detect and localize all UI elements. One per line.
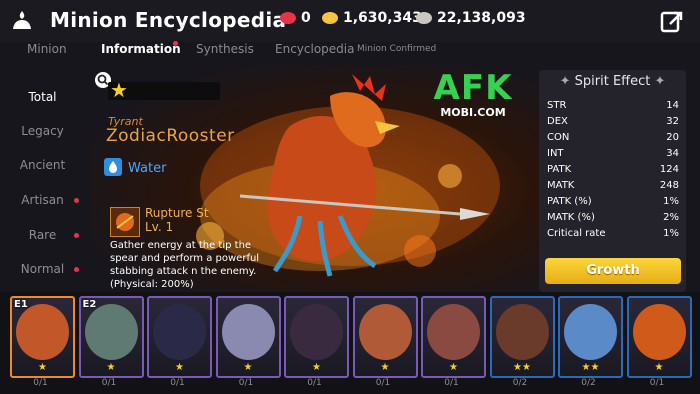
minion-card[interactable]: ★: [626, 296, 692, 378]
skill-icon[interactable]: [110, 207, 140, 237]
minion-card[interactable]: ★★: [558, 296, 623, 378]
card-count: 0/1: [649, 378, 665, 388]
card-badge: E2: [82, 299, 97, 310]
notification-dot: [74, 233, 79, 238]
sidebar-item-normal[interactable]: Normal: [0, 262, 85, 276]
water-element-icon: [104, 158, 122, 176]
silver-value: 22,138,093: [437, 10, 526, 26]
tab-encyclopedia[interactable]: Encyclopedia: [275, 42, 354, 56]
element-name: Water: [128, 161, 167, 176]
sparkle-icon: ✦: [650, 74, 666, 89]
card-count: 0/2: [581, 378, 596, 388]
skill-description: Gather energy at the tip the spear and p…: [110, 240, 260, 290]
minion-encyclopedia-icon: [13, 11, 31, 29]
sidebar-item-total[interactable]: Total: [0, 90, 85, 104]
watermark: AFK MOBI.COM: [428, 70, 518, 119]
card-count: 0/2: [512, 378, 528, 388]
card-stars: ★: [106, 362, 116, 373]
sidebar-item-ancient[interactable]: Ancient: [0, 158, 85, 172]
spirit-effect-title: ✦ Spirit Effect ✦: [559, 74, 666, 89]
silver-coin-icon: [416, 12, 432, 24]
sidebar-item-legacy[interactable]: Legacy: [0, 124, 85, 138]
card-stars: ★: [449, 362, 458, 373]
card-stars: ★: [243, 362, 253, 373]
ruby-icon: [280, 12, 296, 24]
minion-portrait: [358, 304, 412, 360]
tab-bar: Minion Information Synthesis Encyclopedi…: [0, 40, 700, 62]
stat-row: PATK (%) 1%: [547, 196, 679, 207]
minion-portrait: [427, 304, 480, 360]
card-count: 0/1: [238, 378, 254, 388]
exit-icon[interactable]: [660, 10, 684, 34]
card-count: 0/1: [307, 378, 322, 388]
top-bar: Minion Encyclopedia 0 1,630,343 22,138,0…: [0, 0, 700, 42]
minion-card[interactable]: ★: [147, 296, 212, 378]
minion-portrait: [16, 304, 69, 360]
tab-information[interactable]: Information: [101, 42, 181, 56]
card-count: 0/1: [170, 378, 185, 388]
minion-card[interactable]: E1 ★: [10, 296, 75, 378]
minion-card[interactable]: ★: [352, 296, 418, 378]
notification-dot: [74, 267, 79, 272]
tab-minion[interactable]: Minion: [27, 42, 67, 56]
card-stars: ★: [380, 362, 390, 373]
minion-portrait: [153, 304, 206, 360]
card-stars: ★★: [513, 362, 531, 373]
minion-card[interactable]: ★: [215, 296, 281, 378]
sparkle-icon: ✦: [559, 74, 575, 89]
card-stars: ★: [312, 362, 321, 373]
stat-row: INT 34: [547, 148, 679, 159]
card-stars: ★: [175, 362, 184, 373]
gold-counter: 1,630,343: [322, 8, 422, 28]
stat-row: MATK (%) 2%: [547, 212, 679, 223]
afk-sub: MOBI.COM: [440, 106, 506, 119]
app-title: Minion Encyclopedia: [50, 8, 287, 32]
card-stars: ★: [654, 362, 664, 373]
card-count: 0/1: [101, 378, 117, 388]
minion-portrait: [495, 304, 549, 360]
minion-card[interactable]: ★★: [489, 296, 555, 378]
card-stars: ★: [38, 362, 47, 373]
card-count: 0/1: [444, 378, 459, 388]
tab-minion-confirmed[interactable]: Minion Confirmed: [357, 44, 436, 54]
gold-value: 1,630,343: [343, 10, 422, 26]
stat-row: MATK 248: [547, 180, 679, 191]
minion-card[interactable]: E2 ★: [78, 296, 144, 378]
silver-counter: 22,138,093: [416, 8, 526, 28]
card-count: 0/1: [375, 378, 391, 388]
minion-portrait: [632, 304, 686, 360]
notification-dot: [74, 198, 79, 203]
minion-portrait: [290, 304, 343, 360]
minion-portrait: [221, 304, 275, 360]
sidebar-item-artisan[interactable]: Artisan: [0, 193, 85, 207]
afk-logo: AFK: [433, 68, 513, 108]
stat-row: DEX 32: [547, 116, 679, 127]
stat-row: PATK 124: [547, 164, 679, 175]
card-badge: E1: [14, 299, 28, 310]
card-stars: ★★: [581, 362, 600, 373]
minion-portrait: [564, 304, 617, 360]
ruby-counter: 0: [280, 8, 311, 28]
ruby-value: 0: [301, 10, 311, 26]
stat-row: CON 20: [547, 132, 679, 143]
star-rating: ★: [110, 78, 128, 102]
notification-dot: [173, 41, 178, 46]
stat-row: Critical rate 1%: [547, 228, 679, 239]
growth-button[interactable]: Growth: [545, 258, 681, 284]
card-count: 0/1: [33, 378, 48, 388]
minion-name: ZodiacRooster: [106, 126, 235, 146]
minion-portrait: [84, 304, 138, 360]
minion-card[interactable]: ★: [284, 296, 349, 378]
skill-name: Rupture St: [145, 206, 209, 220]
sidebar-item-rare[interactable]: Rare: [0, 228, 85, 242]
minion-card[interactable]: ★: [421, 296, 486, 378]
tab-synthesis[interactable]: Synthesis: [196, 42, 254, 56]
gold-coin-icon: [322, 12, 338, 24]
skill-level: Lv. 1: [145, 220, 174, 234]
stat-row: STR 14: [547, 100, 679, 111]
